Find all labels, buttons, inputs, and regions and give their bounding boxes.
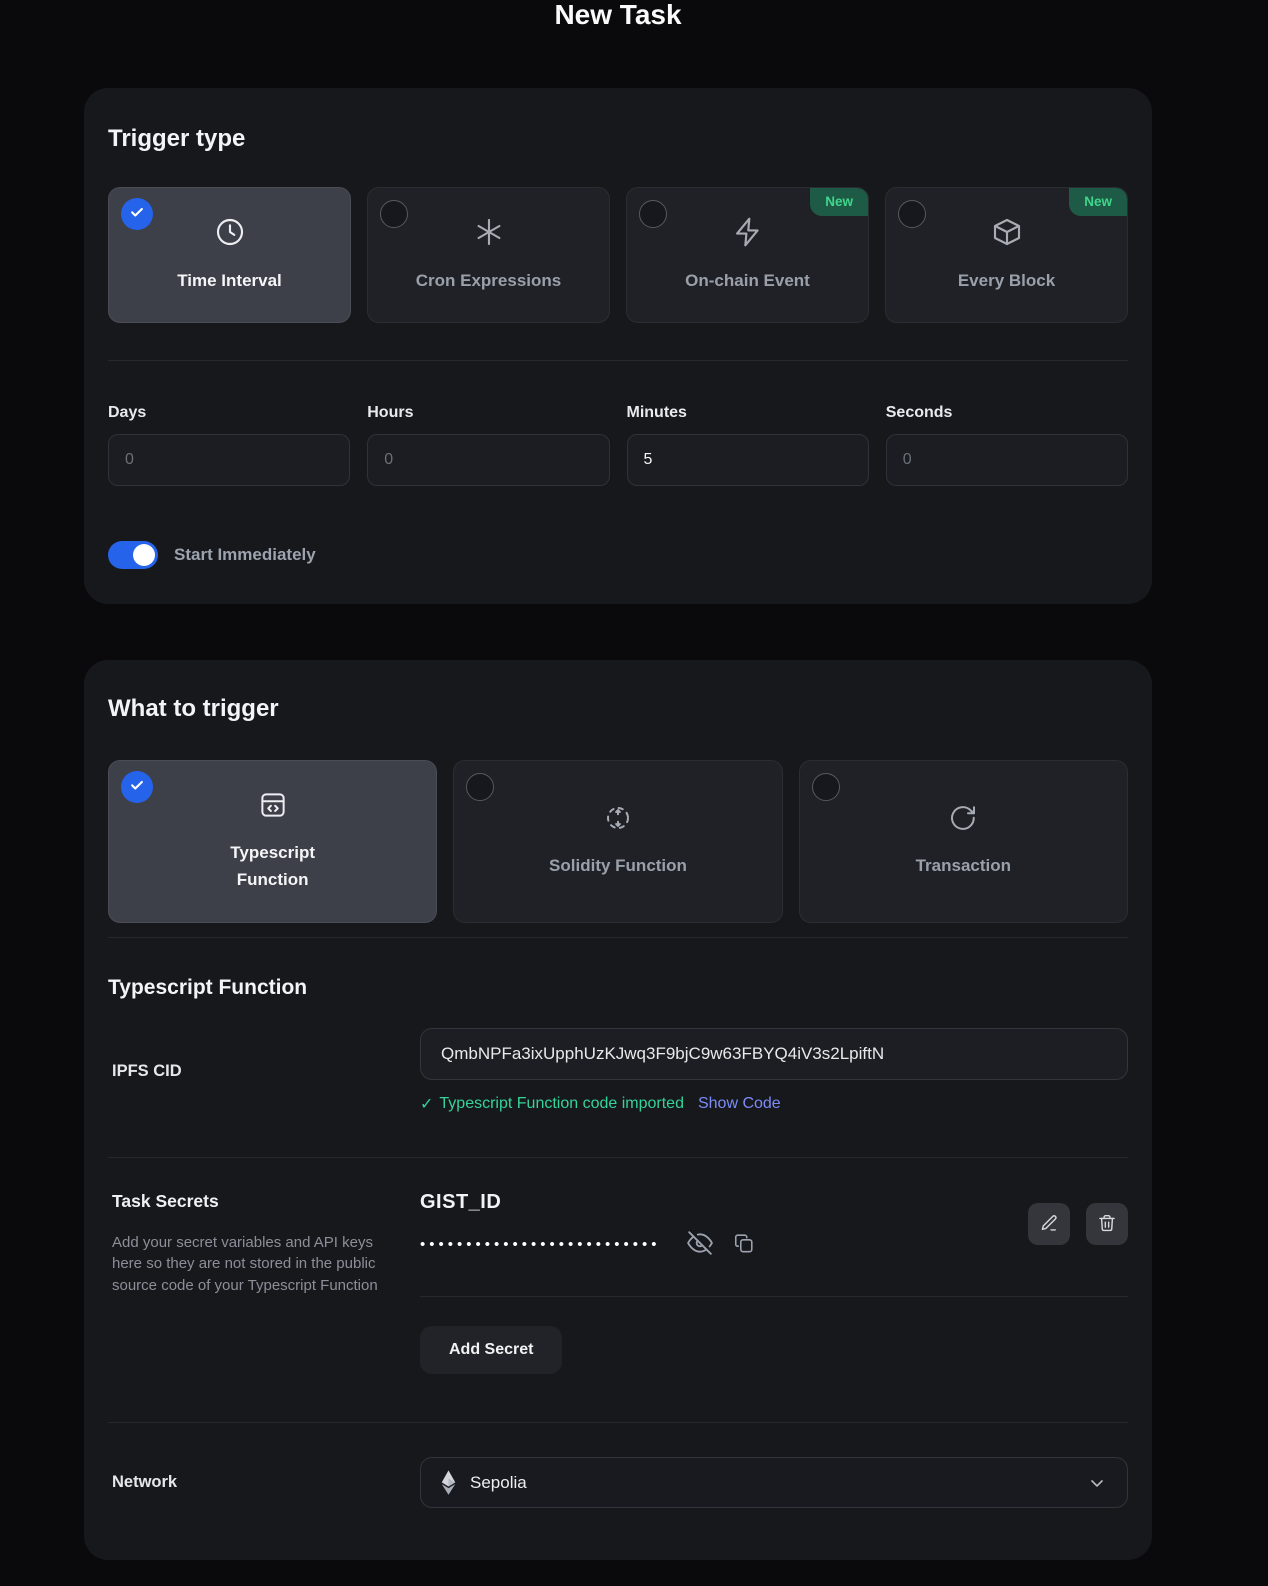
trigger-option-onchain-event[interactable]: New On-chain Event <box>626 187 869 323</box>
toggle-secret-visibility-button[interactable] <box>687 1230 713 1259</box>
trigger-action-label: Transaction <box>916 853 1011 879</box>
import-status-line: ✓ Typescript Function code imported Show… <box>420 1094 1128 1114</box>
radio-unselected <box>898 200 926 228</box>
seconds-label: Seconds <box>886 404 1128 422</box>
trigger-option-cron-expressions[interactable]: Cron Expressions <box>367 187 610 323</box>
what-to-trigger-options: Typescript Function Solidity Function Tr… <box>108 760 1128 923</box>
trigger-action-label: Solidity Function <box>549 853 687 879</box>
days-input[interactable] <box>108 434 350 486</box>
start-immediately-toggle[interactable] <box>108 541 158 569</box>
asterisk-icon <box>473 216 505 253</box>
trigger-action-label: Typescript Function <box>198 840 348 893</box>
trash-icon <box>1097 1213 1117 1236</box>
eye-off-icon <box>687 1230 713 1259</box>
selected-check-badge <box>121 771 153 803</box>
trigger-action-solidity-function[interactable]: Solidity Function <box>453 760 782 923</box>
trigger-type-heading: Trigger type <box>108 124 1128 154</box>
chevron-down-icon <box>1087 1473 1107 1493</box>
check-icon <box>128 203 146 226</box>
start-immediately-label: Start Immediately <box>174 545 316 565</box>
ipfs-cid-label: IPFS CID <box>108 1062 420 1081</box>
trigger-option-label: Every Block <box>958 268 1055 294</box>
start-immediately-row: Start Immediately <box>108 541 1128 569</box>
radio-unselected <box>380 200 408 228</box>
minutes-label: Minutes <box>627 404 869 422</box>
ipfs-cid-field-wrap: ✓ Typescript Function code imported Show… <box>420 1028 1128 1114</box>
minutes-field-group: Minutes <box>627 404 869 486</box>
radio-unselected <box>812 773 840 801</box>
typescript-function-heading: Typescript Function <box>108 976 1128 1000</box>
days-field-group: Days <box>108 404 350 486</box>
trigger-type-section: Trigger type Time Interval Cron Exp <box>84 88 1152 604</box>
trigger-type-options: Time Interval Cron Expressions New On-ch… <box>108 187 1128 323</box>
trigger-option-label: On-chain Event <box>685 268 810 294</box>
task-secrets-description: Add your secret variables and API keys h… <box>112 1232 390 1296</box>
radio-unselected <box>639 200 667 228</box>
copy-icon <box>733 1232 755 1257</box>
check-icon <box>128 776 146 799</box>
seconds-input[interactable] <box>886 434 1128 486</box>
delete-secret-button[interactable] <box>1086 1203 1128 1245</box>
copy-secret-button[interactable] <box>733 1232 755 1257</box>
page-title: New Task <box>84 0 1152 30</box>
task-secrets-row: Task Secrets Add your secret variables a… <box>108 1191 1128 1374</box>
network-selected-value: Sepolia <box>470 1473 527 1493</box>
what-to-trigger-heading: What to trigger <box>108 694 1128 724</box>
scan-icon <box>603 803 633 838</box>
divider <box>108 1422 1128 1423</box>
task-secrets-info: Task Secrets Add your secret variables a… <box>108 1191 420 1296</box>
task-secrets-heading: Task Secrets <box>112 1191 420 1212</box>
secret-masked-value: •••••••••••••••••••••••••• <box>420 1232 661 1258</box>
divider <box>108 360 1128 361</box>
network-label: Network <box>108 1473 420 1492</box>
refresh-icon <box>948 803 978 838</box>
trigger-option-every-block[interactable]: New Every Block <box>885 187 1128 323</box>
ipfs-cid-input[interactable] <box>420 1028 1128 1080</box>
add-secret-button[interactable]: Add Secret <box>420 1326 562 1374</box>
lightning-icon <box>732 216 764 253</box>
divider <box>108 937 1128 938</box>
hours-input[interactable] <box>367 434 609 486</box>
edit-secret-button[interactable] <box>1028 1203 1070 1245</box>
what-to-trigger-section: What to trigger Typescript Function <box>84 660 1152 1560</box>
code-window-icon <box>258 790 288 825</box>
new-badge: New <box>810 188 868 216</box>
trigger-option-time-interval[interactable]: Time Interval <box>108 187 351 323</box>
divider <box>420 1296 1128 1297</box>
trigger-option-label: Cron Expressions <box>416 268 562 294</box>
check-glyph: ✓ <box>420 1094 433 1114</box>
new-task-page: New Task Trigger type Time Interval <box>0 0 1268 1586</box>
secret-actions <box>1028 1203 1128 1245</box>
ipfs-cid-row: IPFS CID ✓ Typescript Function code impo… <box>108 1028 1128 1114</box>
hours-field-group: Hours <box>367 404 609 486</box>
task-secrets-content: GIST_ID •••••••••••••••••••••••••• <box>420 1191 1128 1374</box>
interval-fields: Days Hours Minutes Seconds <box>108 404 1128 486</box>
trigger-action-transaction[interactable]: Transaction <box>799 760 1128 923</box>
ethereum-icon <box>441 1470 456 1495</box>
import-status-text: Typescript Function code imported <box>439 1095 684 1113</box>
secret-value-row: •••••••••••••••••••••••••• <box>420 1230 1128 1259</box>
selected-check-badge <box>121 198 153 230</box>
pencil-icon <box>1039 1213 1059 1236</box>
cube-icon <box>991 216 1023 253</box>
trigger-option-label: Time Interval <box>177 268 282 294</box>
toggle-knob <box>133 544 155 566</box>
secret-name: GIST_ID <box>420 1191 1128 1214</box>
radio-unselected <box>466 773 494 801</box>
hours-label: Hours <box>367 404 609 422</box>
days-label: Days <box>108 404 350 422</box>
network-select[interactable]: Sepolia <box>420 1457 1128 1508</box>
divider <box>108 1157 1128 1158</box>
seconds-field-group: Seconds <box>886 404 1128 486</box>
minutes-input[interactable] <box>627 434 869 486</box>
show-code-link[interactable]: Show Code <box>698 1095 781 1113</box>
new-badge: New <box>1069 188 1127 216</box>
network-row: Network Sepolia <box>108 1457 1128 1508</box>
trigger-action-typescript-function[interactable]: Typescript Function <box>108 760 437 923</box>
clock-icon <box>214 216 246 253</box>
